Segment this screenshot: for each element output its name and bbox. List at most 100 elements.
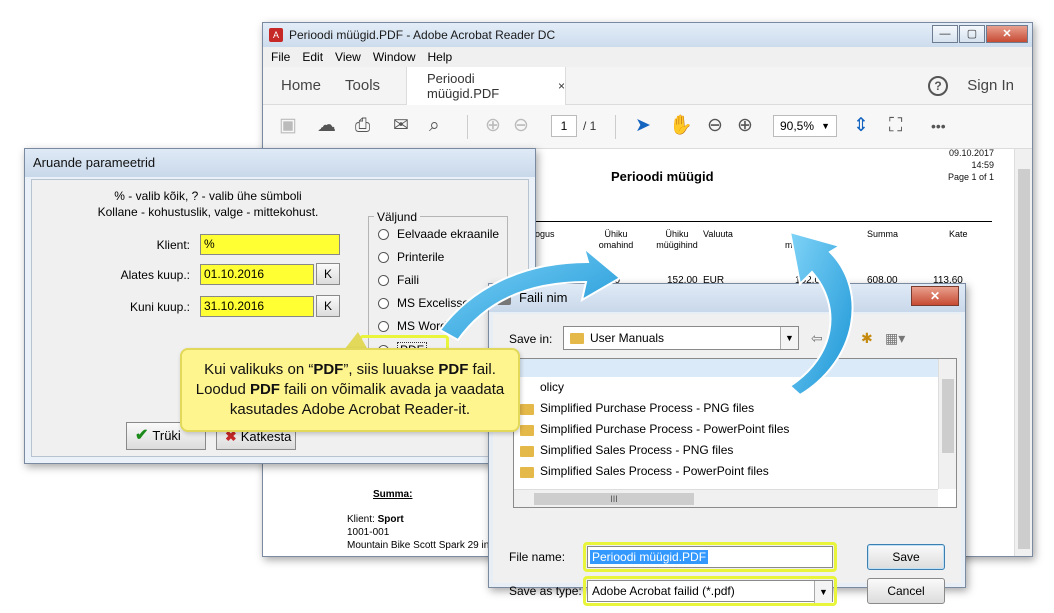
document-scrollbar[interactable] (1014, 149, 1032, 556)
hand-tool-icon[interactable]: ✋ (669, 115, 693, 137)
minimize-button[interactable]: — (932, 25, 958, 43)
klient-value: Sport (377, 514, 404, 525)
page-up-icon[interactable]: ⊕ (485, 115, 501, 137)
list-item[interactable]: olicy (514, 380, 564, 394)
full-screen-icon[interactable]: ⛶ (889, 115, 902, 137)
save-type-highlight (583, 576, 837, 606)
select-cursor-icon[interactable]: ➤ (635, 115, 651, 137)
toolbar-separator (615, 115, 616, 139)
radio-label: MS Excelisse (397, 296, 470, 310)
email-icon[interactable]: ✉ (393, 115, 409, 137)
tab-tools[interactable]: Tools (345, 77, 380, 94)
tab-home[interactable]: Home (281, 77, 321, 94)
menu-file[interactable]: File (271, 50, 290, 64)
page-count: / 1 (583, 119, 597, 133)
print-icon[interactable]: ⎙ (355, 115, 370, 137)
acrobat-app-icon: A (269, 28, 283, 42)
file-name-label: File name: (509, 550, 566, 564)
save-dialog-body: Save in: User Manuals ▼ ⇦ ⇧ ✱ ▦▾ olicy S… (493, 314, 961, 606)
folder-icon (520, 425, 534, 436)
kuni-calendar-button[interactable]: K (316, 295, 340, 317)
cloud-upload-icon[interactable]: ☁ (317, 115, 336, 137)
radio-word[interactable]: MS Wordi (378, 319, 449, 333)
zoom-out-icon[interactable]: ⊖ (707, 115, 723, 137)
klient-input[interactable]: % (200, 234, 340, 255)
save-button[interactable]: Save (867, 544, 945, 570)
acrobat-title: Perioodi müügid.PDF - Adobe Acrobat Read… (289, 28, 556, 42)
report-header-line (533, 221, 992, 222)
zoom-select[interactable]: 90,5% ▼ (773, 115, 837, 137)
report-header-meta: 09.10.2017 14:59 Page 1 of 1 (948, 147, 994, 183)
report-page: Page 1 of 1 (947, 172, 994, 182)
cancel-button[interactable]: Cancel (867, 578, 945, 604)
kuni-input[interactable]: 31.10.2016 (200, 296, 314, 317)
callout-line-3: kasutades Adobe Acrobat Reader-it. (229, 401, 471, 418)
back-icon[interactable]: ⇦ (811, 330, 823, 347)
chevron-down-icon[interactable]: ▼ (780, 327, 798, 349)
radio-dot (378, 320, 389, 332)
chevron-down-icon: ▼ (821, 121, 830, 131)
alates-calendar-button[interactable]: K (316, 263, 340, 285)
close-icon[interactable]: ✕ (911, 286, 959, 306)
tab-close-icon[interactable]: × (558, 79, 565, 93)
col-kogus: ogus (535, 229, 555, 239)
klient-block: Klient: Sport 1001-001 Mountain Bike Sco… (347, 513, 495, 552)
radio-label: MS Wordi (397, 319, 450, 333)
scrollbar-thumb[interactable]: III (534, 493, 694, 505)
acrobat-tabsbar: Home Tools Perioodi müügid.PDF × ? Sign … (263, 67, 1032, 105)
truki-label: Trüki (152, 428, 181, 443)
save-icon[interactable]: ▣ (279, 115, 297, 137)
list-item-label: olicy (540, 380, 565, 394)
radio-label: Eelvaade ekraanile (397, 227, 500, 241)
maximize-button[interactable]: ▢ (959, 25, 985, 43)
radio-dot (378, 228, 389, 240)
close-button[interactable]: ✕ (986, 25, 1028, 43)
radio-excel[interactable]: MS Excelisse (378, 296, 469, 310)
file-list[interactable]: olicy Simplified Purchase Process - PNG … (513, 358, 957, 508)
list-item[interactable]: Simplified Sales Process - PNG files (514, 443, 733, 457)
radio-faili[interactable]: Faili (378, 273, 419, 287)
list-item[interactable]: Simplified Purchase Process - PNG files (514, 401, 754, 415)
list-item[interactable]: Simplified Purchase Process - PowerPoint… (514, 422, 789, 436)
scrollbar-thumb[interactable] (942, 379, 954, 453)
sign-in-link[interactable]: Sign In (967, 77, 1014, 94)
file-list-hscroll[interactable]: III (514, 489, 938, 507)
col-valuuta: Valuuta (703, 229, 733, 239)
klient-label: Klient: (156, 238, 190, 252)
list-item-label: Simplified Sales Process - PowerPoint fi… (540, 464, 769, 478)
menu-view[interactable]: View (335, 50, 361, 64)
page-down-icon[interactable]: ⊖ (513, 115, 529, 137)
menu-edit[interactable]: Edit (302, 50, 323, 64)
alates-input[interactable]: 01.10.2016 (200, 264, 314, 285)
scrollbar-thumb[interactable] (1018, 169, 1030, 549)
folder-icon (520, 467, 534, 478)
menu-help[interactable]: Help (428, 50, 453, 64)
report-time: 14:59 (971, 160, 994, 170)
fit-page-icon[interactable]: ⇕ (853, 115, 869, 137)
page-number-input[interactable]: 1 (551, 115, 577, 137)
report-date: 09.10.2017 (948, 148, 994, 158)
list-item[interactable]: Simplified Sales Process - PowerPoint fi… (514, 464, 769, 478)
new-folder-icon[interactable]: ✱ (861, 330, 873, 347)
tab-document[interactable]: Perioodi müügid.PDF × (406, 67, 566, 105)
up-folder-icon[interactable]: ⇧ (837, 330, 849, 347)
radio-eelvaade[interactable]: Eelvaade ekraanile (378, 227, 499, 241)
klient-label: Klient: (347, 514, 375, 525)
zoom-in-icon[interactable]: ⊕ (737, 115, 753, 137)
summa-label: Summa: (373, 489, 413, 500)
callout-line-1: Kui valikuks on “PDF”, siis luuakse PDF … (204, 361, 496, 378)
callout-line-2: Loodud PDF faili on võimalik avada ja va… (195, 381, 505, 398)
save-in-select[interactable]: User Manuals ▼ (563, 326, 799, 350)
menu-window[interactable]: Window (373, 50, 416, 64)
radio-label: Printerile (397, 250, 445, 264)
help-icon[interactable]: ? (928, 76, 948, 96)
radio-printerile[interactable]: Printerile (378, 250, 444, 264)
more-tools-icon[interactable]: ••• (931, 115, 946, 137)
radio-dot (378, 274, 389, 286)
file-list-vscroll[interactable] (938, 359, 956, 489)
save-in-value: User Manuals (590, 331, 665, 345)
search-icon[interactable]: ⌕ (429, 115, 440, 137)
folder-icon (520, 446, 534, 457)
radio-label: Faili (397, 273, 420, 287)
view-menu-icon[interactable]: ▦▾ (885, 330, 905, 347)
